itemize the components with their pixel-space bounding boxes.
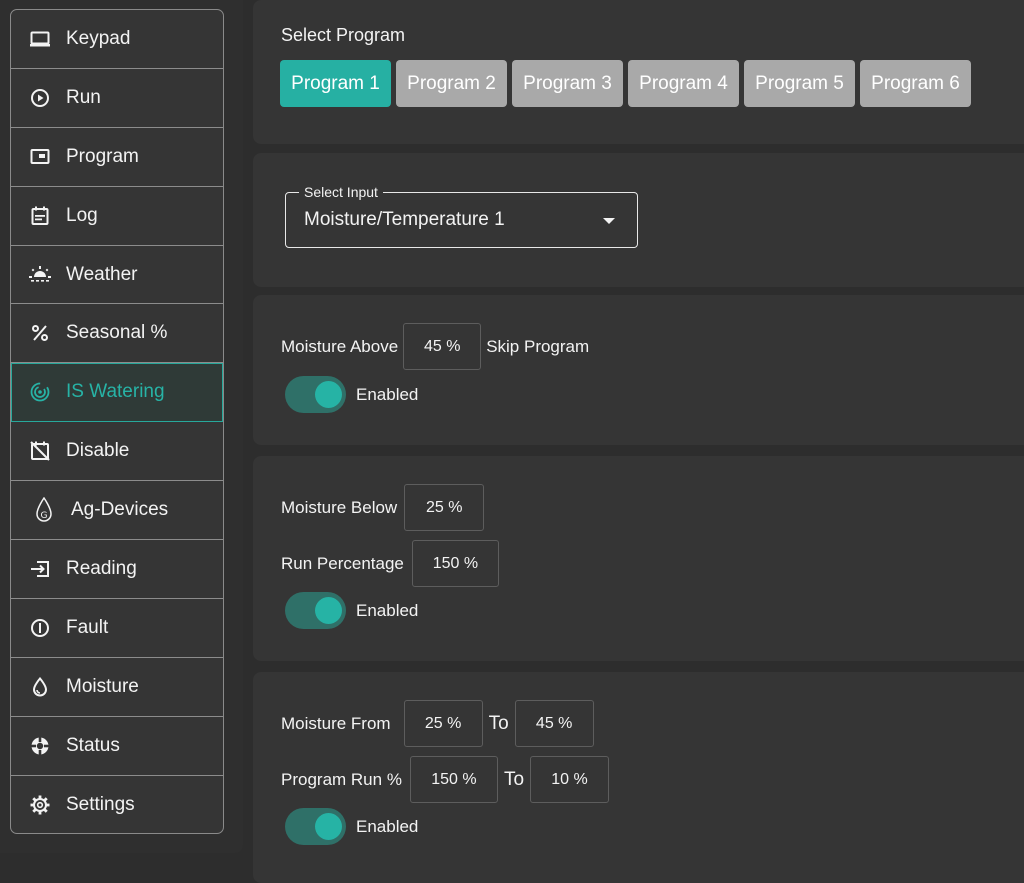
program-tabs: Program 1 Program 2 Program 3 Program 4 … [280, 60, 971, 107]
sidebar-item-label: Program [66, 145, 139, 167]
program-run-label: Program Run % [281, 769, 402, 789]
sidebar-item-label: Settings [66, 794, 135, 816]
program-icon [29, 146, 51, 168]
select-input-dropdown[interactable]: Select Input Moisture/Temperature 1 [285, 184, 638, 248]
tab-program-4[interactable]: Program 4 [628, 60, 739, 107]
sidebar-item-label: Reading [66, 557, 137, 579]
sidebar-item-label: IS Watering [66, 381, 165, 403]
run-percentage-label: Run Percentage [281, 553, 404, 573]
sun-icon [29, 264, 51, 286]
toggle-knob [315, 813, 342, 840]
moisture-below-row: Moisture Below 25 % [281, 484, 485, 531]
ag-devices-icon: G [33, 497, 55, 522]
range-enabled-toggle[interactable] [285, 808, 346, 845]
sidebar-item-label: Moisture [66, 675, 139, 697]
range-enabled-label: Enabled [356, 816, 419, 836]
to-label: To [488, 712, 509, 734]
log-icon [29, 205, 51, 227]
sidebar-item-ag-devices[interactable]: G Ag-Devices [11, 481, 223, 541]
moisture-above-label: Moisture Above [281, 336, 399, 356]
fault-icon [29, 617, 51, 639]
sidebar-container: Keypad Run Program Log Weather Seasonal … [0, 0, 243, 853]
sidebar-item-log[interactable]: Log [11, 187, 223, 246]
below-enabled-toggle[interactable] [285, 592, 346, 629]
moisture-above-input[interactable]: 45 % [403, 323, 482, 370]
program-select-card: Select Program Program 1 Program 2 Progr… [253, 0, 1024, 144]
moisture-below-card: Moisture Below 25 % Run Percentage 150 %… [253, 456, 1024, 661]
sidebar-nav: Keypad Run Program Log Weather Seasonal … [10, 9, 224, 834]
skip-enabled-row: Enabled [285, 376, 418, 413]
sidebar-item-label: Fault [66, 616, 109, 638]
sidebar-item-status[interactable]: Status [11, 717, 223, 776]
tab-program-2[interactable]: Program 2 [396, 60, 507, 107]
sidebar-item-moisture[interactable]: Moisture [11, 658, 223, 717]
status-icon [29, 735, 51, 757]
sidebar-item-label: Status [66, 734, 120, 756]
program-run-to-input[interactable]: 10 % [530, 756, 610, 803]
program-run-from-input[interactable]: 150 % [409, 756, 498, 803]
caret-down-icon [603, 218, 615, 224]
sidebar-item-label: Run [66, 86, 101, 108]
droplet-icon [29, 676, 51, 698]
sidebar-item-is-watering[interactable]: IS Watering [11, 363, 223, 423]
sidebar-item-label: Log [66, 204, 98, 226]
tab-program-3[interactable]: Program 3 [512, 60, 623, 107]
sidebar-item-seasonal[interactable]: Seasonal % [11, 304, 223, 364]
sidebar-item-fault[interactable]: Fault [11, 599, 223, 658]
skip-program-card: Moisture Above 45 % Skip Program Enabled [253, 295, 1024, 445]
toggle-knob [315, 381, 342, 408]
range-enabled-row: Enabled [285, 808, 418, 845]
run-percentage-input[interactable]: 150 % [411, 540, 499, 587]
sidebar-item-settings[interactable]: Settings [11, 776, 223, 833]
keypad-icon [29, 28, 51, 50]
sidebar-item-disable[interactable]: Disable [11, 422, 223, 482]
percent-icon [29, 322, 51, 344]
program-run-row: Program Run % 150 % To 10 % [281, 756, 610, 803]
sidebar-item-label: Seasonal % [66, 322, 168, 344]
moisture-from-input[interactable]: 25 % [403, 700, 483, 747]
skip-program-label: Skip Program [486, 336, 590, 356]
skip-enabled-label: Enabled [356, 384, 419, 404]
disable-icon [29, 440, 51, 462]
to-label: To [503, 768, 525, 790]
reading-icon [29, 558, 51, 580]
toggle-knob [315, 597, 342, 624]
play-circle-icon [29, 87, 51, 109]
sidebar-item-label: Ag-Devices [71, 499, 169, 521]
svg-text:G: G [41, 511, 48, 521]
program-select-title: Select Program [281, 25, 406, 45]
tab-program-5[interactable]: Program 5 [744, 60, 855, 107]
tab-program-1[interactable]: Program 1 [280, 60, 391, 107]
moisture-below-label: Moisture Below [281, 497, 398, 517]
sidebar-item-label: Weather [66, 263, 138, 285]
sidebar-item-weather[interactable]: Weather [11, 246, 223, 305]
sidebar-item-label: Disable [66, 440, 130, 462]
gear-icon [29, 794, 51, 816]
select-input-legend: Select Input [299, 184, 383, 200]
below-enabled-label: Enabled [356, 600, 419, 620]
sidebar-item-keypad[interactable]: Keypad [11, 10, 223, 69]
moisture-from-label: Moisture From [281, 713, 391, 733]
sidebar-item-reading[interactable]: Reading [11, 540, 223, 599]
moisture-from-row: Moisture From 25 % To 45 % [281, 700, 594, 747]
below-enabled-row: Enabled [285, 592, 418, 629]
moisture-above-row: Moisture Above 45 % Skip Program [281, 323, 589, 370]
skip-enabled-toggle[interactable] [285, 376, 346, 413]
select-input-value: Moisture/Temperature 1 [304, 209, 505, 230]
input-select-card: Select Input Moisture/Temperature 1 [253, 153, 1024, 287]
tab-program-6[interactable]: Program 6 [860, 60, 971, 107]
sidebar-item-label: Keypad [66, 27, 131, 49]
sidebar-item-run[interactable]: Run [11, 69, 223, 128]
sidebar-item-program[interactable]: Program [11, 128, 223, 187]
run-percentage-row: Run Percentage 150 % [281, 540, 499, 587]
moisture-below-input[interactable]: 25 % [404, 484, 485, 531]
moisture-to-input[interactable]: 45 % [514, 700, 594, 747]
watering-icon [29, 381, 51, 403]
moisture-range-card: Moisture From 25 % To 45 % Program Run %… [253, 672, 1024, 883]
